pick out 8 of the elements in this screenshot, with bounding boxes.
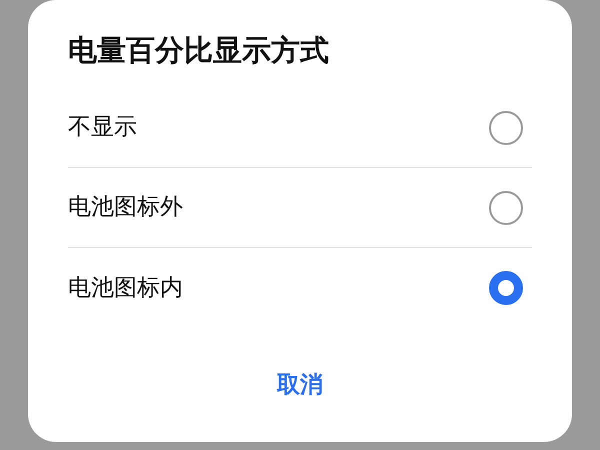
radio-button[interactable] xyxy=(489,271,523,305)
option-label: 电池图标外 xyxy=(68,193,183,222)
radio-button[interactable] xyxy=(489,110,523,144)
dialog-title: 电量百分比显示方式 xyxy=(68,32,330,69)
cancel-button[interactable]: 取消 xyxy=(261,364,339,406)
option-label: 不显示 xyxy=(68,113,137,142)
option-label: 电池图标内 xyxy=(68,274,183,303)
radio-button[interactable] xyxy=(489,190,523,224)
